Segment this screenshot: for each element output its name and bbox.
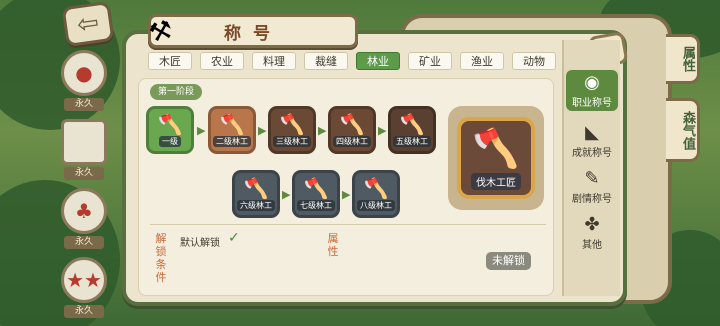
slot-tag: 永久 [64,167,104,180]
check-icon: ✓ [228,230,240,246]
nav-profession-titles[interactable]: ◉ 职业称号 [566,70,618,111]
nav-achievement-titles[interactable]: ◣ 成就称号 [566,122,618,159]
nav-label: 剧情称号 [572,194,612,205]
title-badge[interactable]: 🪓 三级林工 [268,106,316,154]
arrow-icon: ▶ [282,188,291,201]
tab-carpentry[interactable]: 木匠 [148,52,192,70]
nav-label: 成就称号 [572,148,612,159]
panel-title: ⚒ 称号 [146,14,358,50]
nav-other-titles[interactable]: ✤ 其他 [566,214,618,251]
tab-animals[interactable]: 动物 [512,52,556,70]
axe-icon: 🪓 [339,112,365,136]
equipped-title-slots: ● 永久 永久 ♣ 永久 ★★ 永久 [58,50,110,326]
divider [150,224,546,225]
arrow-icon: ▶ [197,124,206,137]
profession-tabs: 木匠 农业 料理 裁缝 林业 矿业 渔业 动物 [148,52,556,70]
axe-icon: 🪓 [157,112,183,136]
badge-icon: ◉ [584,72,600,93]
attribute-title: 属性 [327,232,339,258]
stars-icon: ★★ [66,268,102,292]
tab-forestry[interactable]: 林业 [356,52,400,70]
slot-hair[interactable]: ● [61,50,107,96]
nav-label: 职业称号 [572,98,612,109]
arrow-icon: ▶ [378,124,387,137]
title-badge[interactable]: 🪓 八级林工 [352,170,400,218]
unlock-condition-text: 默认解锁 [180,238,220,249]
axe-icon: 🪓 [363,176,389,200]
slot-stars[interactable]: ★★ [61,257,107,303]
badge-label: 五级林工 [393,136,431,147]
title-badge[interactable]: 🪓 六级林工 [232,170,280,218]
badge-label: 七级林工 [297,200,335,211]
slot-tag: 永久 [64,98,104,111]
arrow-icon: ▶ [342,188,351,201]
badge-label: 二级林工 [213,136,251,147]
back-button[interactable]: ⇦ [61,0,115,48]
back-arrow-icon: ⇦ [75,7,101,41]
panel-title-text: 称号 [224,23,282,44]
badge-label: 六级林工 [237,200,275,211]
tab-tailoring[interactable]: 裁缝 [304,52,348,70]
clover-icon: ✤ [584,214,600,235]
arrow-icon: ▶ [258,124,267,137]
tab-forest-energy[interactable]: 森气值 [666,98,700,162]
tab-cooking[interactable]: 料理 [252,52,296,70]
scroll-icon: ✎ [584,168,600,189]
slot-blank[interactable] [61,119,107,165]
tab-fishing[interactable]: 渔业 [460,52,504,70]
carrot-icon: ♣ [75,199,93,223]
slot-tag: 永久 [64,236,104,249]
badge-label: 三级林工 [273,136,311,147]
title-badge[interactable]: 🪓 一级 [146,106,194,154]
axe-icon: 🪓 [303,176,329,200]
title-badge[interactable]: 🪓 四级林工 [328,106,376,154]
tab-farming[interactable]: 农业 [200,52,244,70]
tab-mining[interactable]: 矿业 [408,52,452,70]
axe-icon: 🪓 [472,126,520,170]
title-badge[interactable]: 🪓 二级林工 [208,106,256,154]
unlock-condition-title: 解锁条件 [155,232,167,284]
selected-badge-label: 伐木工匠 [471,173,521,190]
axe-icon: 🪓 [279,112,305,136]
slot-tag: 永久 [64,305,104,318]
selected-title-badge: 🪓 伐木工匠 [448,106,544,210]
badge-label: 八级林工 [357,200,395,211]
nav-label: 其他 [582,240,602,251]
axe-icon: 🪓 [399,112,425,136]
axe-icon: 🪓 [219,112,245,136]
arrow-icon: ▶ [318,124,327,137]
badge-label: 四级林工 [333,136,371,147]
hair-icon: ● [75,61,93,85]
tab-attributes[interactable]: 属性 [666,34,700,84]
axe-icon: 🪓 [243,176,269,200]
lock-status-badge: 未解锁 [486,252,531,270]
fan-icon: ◣ [585,122,599,143]
slot-carrot[interactable]: ♣ [61,188,107,234]
stage-label: 第一阶段 [150,84,203,100]
badge-label: 一级 [159,136,181,147]
nav-story-titles[interactable]: ✎ 剧情称号 [566,168,618,205]
title-badge[interactable]: 🪓 五级林工 [388,106,436,154]
title-badge[interactable]: 🪓 七级林工 [292,170,340,218]
